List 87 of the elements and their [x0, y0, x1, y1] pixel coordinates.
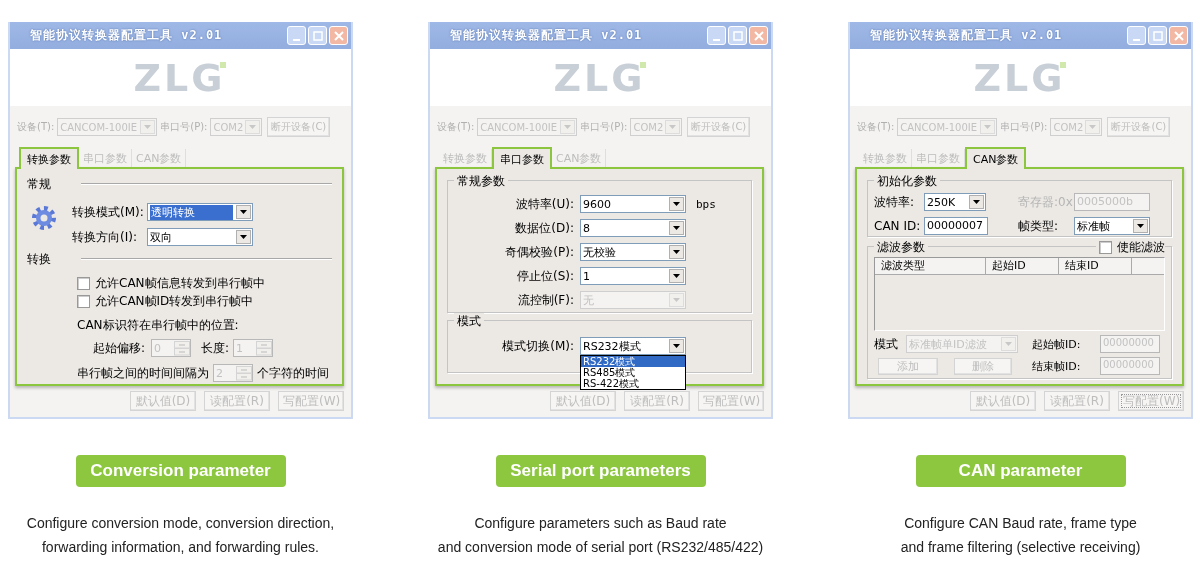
close-button[interactable] [1169, 26, 1188, 45]
dropdown[interactable]: 无校验 [580, 243, 686, 261]
maximize-icon [1152, 30, 1163, 41]
dropdown-option[interactable]: RS232模式 [581, 356, 685, 367]
dropdown[interactable]: 8 [580, 219, 686, 237]
tab[interactable]: 转换参数 [19, 147, 79, 169]
group-title: 初始化参数 [874, 172, 940, 190]
caption-label: Serial port parameters [495, 455, 706, 487]
checkbox[interactable] [1099, 240, 1112, 254]
close-button[interactable] [329, 26, 348, 45]
window-title: 智能协议转换器配置工具 v2.01 [870, 27, 1064, 44]
group-title: 滤波参数 [874, 238, 928, 256]
dropdown[interactable]: RS232模式 [580, 337, 686, 355]
spinner-icon [236, 365, 252, 381]
field-label: 转换模式(M): [72, 203, 145, 221]
close-icon [753, 30, 764, 41]
checkbox-label: 使能滤波 [1117, 238, 1165, 256]
maximize-icon [732, 30, 743, 41]
column-header[interactable]: 结束ID [1059, 258, 1132, 274]
dropdown[interactable]: 标准帧 [1074, 217, 1150, 235]
minimize-button[interactable] [707, 26, 726, 45]
field-label: 串口号(P): [1000, 120, 1048, 134]
checkbox-label: 允许CAN帧ID转发到串行帧中 [95, 292, 254, 310]
field-label: 串口号(P): [160, 120, 208, 134]
field-label: 串行帧之间的时间间隔为 [77, 364, 209, 382]
tab[interactable]: CAN参数 [965, 147, 1027, 169]
section-title: 常规 [27, 175, 52, 193]
dropdown[interactable]: 1 [580, 267, 686, 285]
checkbox[interactable] [77, 276, 90, 290]
minimize-button[interactable] [1127, 26, 1146, 45]
unit-label: bps [696, 197, 716, 211]
field-label: 起始偏移: [93, 339, 147, 357]
window-title: 智能协议转换器配置工具 v2.01 [450, 27, 644, 44]
close-icon [333, 30, 344, 41]
spinner-icon [256, 340, 273, 356]
column-header[interactable]: 起始ID [986, 258, 1059, 274]
close-button[interactable] [749, 26, 768, 45]
field-label: 波特率(U): [514, 195, 575, 213]
field-label: 起始帧ID: [1032, 336, 1082, 352]
field-label: 停止位(S): [515, 267, 575, 285]
group-title: 常规参数 [454, 172, 508, 190]
field-label: 数据位(D): [514, 219, 575, 237]
close-icon [1173, 30, 1184, 41]
dropdown[interactable]: 250K [924, 193, 986, 211]
dropdown[interactable]: 透明转换 [147, 203, 253, 221]
field-label: 设备(T): [17, 120, 55, 134]
field-label: 串口号(P): [580, 120, 628, 134]
field-label: 波特率: [874, 193, 916, 211]
minimize-icon [713, 38, 720, 41]
caption-label: CAN parameter [915, 455, 1126, 487]
minimize-icon [293, 38, 300, 41]
text-field[interactable]: 00000007 [924, 217, 988, 235]
field-label: 模式切换(M): [501, 337, 575, 355]
field-label: 帧类型: [1018, 217, 1060, 235]
field-label: CAN ID: [874, 219, 922, 233]
checkbox[interactable] [77, 294, 90, 308]
description-text: Configure CAN Baud rate, frame type and frame filtering (selective receiving) [900, 514, 1141, 557]
section-title: 转换 [27, 250, 52, 268]
dropdown-option[interactable]: RS-422模式 [581, 378, 685, 389]
field-label: 个字符的时间 [257, 364, 329, 382]
dropdown[interactable]: 9600 [580, 195, 686, 213]
caption-label: Conversion parameter [75, 455, 286, 487]
field-label: 流控制(F): [516, 291, 575, 309]
field-label: 设备(T): [437, 120, 475, 134]
checkbox-label: 允许CAN帧信息转发到串行帧中 [95, 274, 265, 292]
field-label: 长度: [201, 339, 230, 357]
spinner-icon [174, 340, 190, 356]
maximize-button[interactable] [1148, 26, 1167, 45]
dropdown[interactable]: 双向 [147, 228, 253, 246]
maximize-icon [312, 30, 323, 41]
maximize-button[interactable] [728, 26, 747, 45]
description-text: Configure conversion mode, conversion direction, forwarding information, and forwarding rules. [26, 514, 335, 557]
field-label: CAN标识符在串行帧中的位置: [77, 317, 240, 334]
field-label: 模式 [874, 335, 898, 353]
minimize-button[interactable] [287, 26, 306, 45]
window-title: 智能协议转换器配置工具 v2.01 [30, 27, 224, 44]
field-label: 奇偶校验(P): [504, 243, 575, 261]
gear-icon [31, 205, 57, 231]
field-label: 设备(T): [857, 120, 895, 134]
description-text: Configure parameters such as Baud rate and conversion mode of serial port (RS232/485/422) [437, 514, 764, 557]
maximize-button[interactable] [308, 26, 327, 45]
field-label: 结束帧ID: [1032, 358, 1082, 374]
dropdown-option[interactable]: RS485模式 [581, 367, 685, 378]
minimize-icon [1133, 38, 1140, 41]
tab[interactable]: 串口参数 [492, 147, 552, 169]
column-header[interactable]: 滤波类型 [875, 258, 986, 274]
field-label: 转换方向(I): [72, 228, 138, 246]
